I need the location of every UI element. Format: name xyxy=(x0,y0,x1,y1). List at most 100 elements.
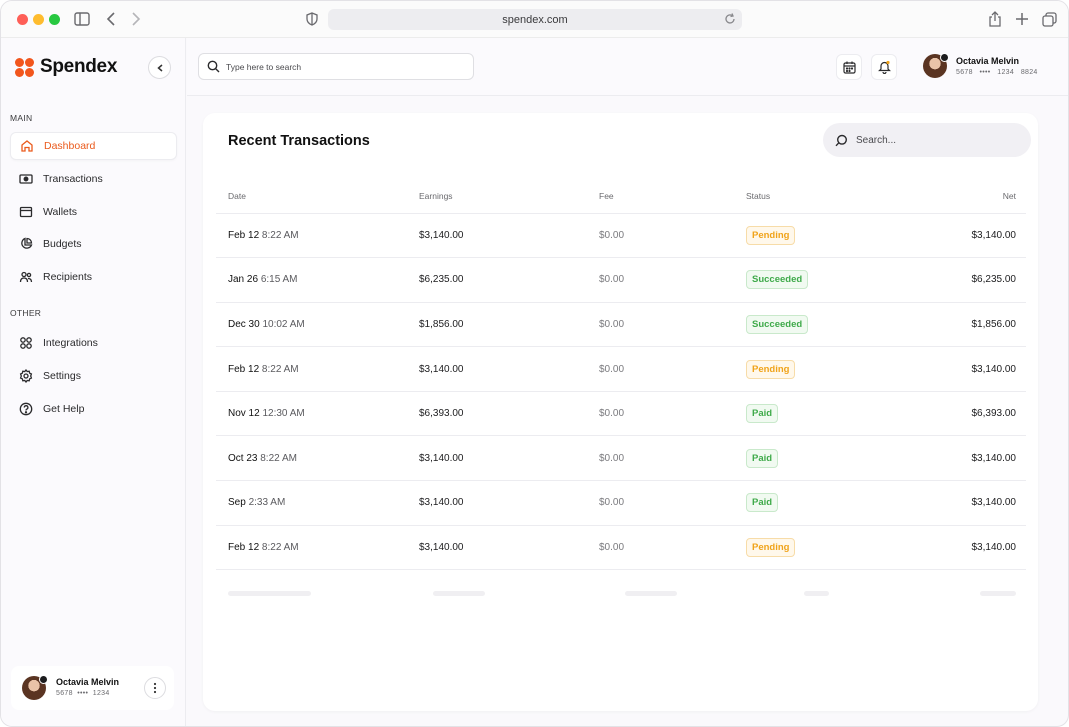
sidebar-item-dashboard[interactable]: Dashboard xyxy=(10,132,177,160)
date-cell: Feb 12 8:22 AM xyxy=(216,213,419,259)
sidebar-item-wallets[interactable]: Wallets xyxy=(10,198,177,226)
fee-cell: $0.00 xyxy=(599,213,746,259)
status-badge: Paid xyxy=(746,493,779,513)
date-cell: Sep 2:33 AM xyxy=(216,480,419,526)
spendex-logo-icon xyxy=(15,57,34,77)
table-row[interactable]: Oct 23 8:22 AM $3,140.00 $0.00 Paid $3,140.0… xyxy=(216,435,1026,482)
fee-cell: $0.00 xyxy=(599,525,746,571)
share-icon[interactable] xyxy=(986,10,1004,28)
bell-icon xyxy=(877,60,891,74)
sidebar-item-budgets[interactable]: Budgets xyxy=(10,230,177,258)
column-header-date[interactable]: Date xyxy=(216,179,419,214)
back-icon[interactable] xyxy=(102,10,120,28)
table-row[interactable]: Feb 12 8:22 AM $3,140.00 $0.00 Pending $3,14… xyxy=(216,213,1026,259)
shield-icon[interactable] xyxy=(303,10,321,28)
sidebar-item-transactions[interactable]: Transactions xyxy=(10,165,177,193)
status-badge: Pending xyxy=(746,359,796,379)
search-icon xyxy=(207,60,220,73)
fee-cell: $0.00 xyxy=(599,480,746,526)
maximize-window-button[interactable] xyxy=(49,14,60,25)
net-cell: $3,140.00 xyxy=(896,213,1026,259)
tab-overview-icon[interactable] xyxy=(1040,10,1058,28)
account-menu[interactable]: Octavia Melvin 5678 •••• 1234 8824 xyxy=(923,53,1038,78)
notifications-button[interactable] xyxy=(871,54,897,80)
verified-badge-icon xyxy=(940,53,949,62)
column-header-status[interactable]: Status xyxy=(746,179,896,214)
reload-icon[interactable] xyxy=(723,12,737,26)
table-row[interactable]: Dec 30 10:02 AM $1,856.00 $0.00 Succeeded $1… xyxy=(216,302,1026,348)
table-row[interactable]: Sep 2:33 AM $3,140.00 $0.00 Paid $3,140.00 xyxy=(216,480,1026,526)
user-name: Octavia Melvin xyxy=(956,56,1020,66)
status-cell: Paid xyxy=(746,435,896,482)
status-cell: Succeeded xyxy=(746,257,896,303)
minimize-window-button[interactable] xyxy=(33,14,44,25)
date-text: Feb 12 xyxy=(228,363,260,375)
new-tab-icon[interactable] xyxy=(1013,10,1031,28)
column-header-fee[interactable]: Fee xyxy=(599,179,746,214)
main-section-label: MAIN xyxy=(10,113,33,123)
status-cell: Pending xyxy=(746,213,896,259)
app-logo[interactable]: Spendex xyxy=(15,56,117,78)
sidebar-item-get-help[interactable]: Get Help xyxy=(10,395,177,423)
earnings-cell: $3,140.00 xyxy=(419,435,599,482)
more-options-button[interactable] xyxy=(144,677,166,699)
loading-placeholder xyxy=(980,591,1016,596)
date-cell: Feb 12 8:22 AM xyxy=(216,346,419,392)
column-header-net[interactable]: Net xyxy=(896,179,1026,214)
close-window-button[interactable] xyxy=(17,14,28,25)
sidebar-item-label: Integrations xyxy=(43,337,98,349)
net-cell: $1,856.00 xyxy=(896,302,1026,348)
column-header-earnings[interactable]: Earnings xyxy=(419,179,599,214)
table-row[interactable]: Feb 12 8:22 AM $3,140.00 $0.00 Pending $3,14… xyxy=(216,346,1026,392)
transactions-search-input[interactable]: Search... xyxy=(823,123,1031,157)
status-badge: Succeeded xyxy=(746,314,809,334)
sidebar-item-label: Wallets xyxy=(43,206,78,218)
earnings-cell: $3,140.00 xyxy=(419,346,599,392)
sidebar-user-card[interactable]: Octavia Melvin 5678 •••• 1234 xyxy=(11,666,174,710)
table-header-row: Date Earnings Fee Status Net xyxy=(216,179,1026,214)
fee-cell: $0.00 xyxy=(599,257,746,303)
earnings-cell: $3,140.00 xyxy=(419,525,599,571)
forward-icon[interactable] xyxy=(127,10,145,28)
earnings-cell: $3,140.00 xyxy=(419,480,599,526)
date-cell: Oct 23 8:22 AM xyxy=(216,435,419,482)
collapse-sidebar-button[interactable] xyxy=(148,56,171,79)
table-row[interactable]: Nov 12 12:30 AM $6,393.00 $0.00 Paid $6,393.… xyxy=(216,391,1026,437)
loading-placeholder xyxy=(625,591,677,596)
sidebar-item-label: Recipients xyxy=(43,271,93,283)
browser-window: spendex.com Spendex MAIN Dashboard Trans… xyxy=(0,0,1069,727)
table-row[interactable]: Feb 12 8:22 AM $3,140.00 $0.00 Pending $3,14… xyxy=(216,525,1026,571)
calendar-button[interactable] xyxy=(836,54,862,80)
sidebar-item-integrations[interactable]: Integrations xyxy=(10,329,177,357)
date-text: Feb 12 xyxy=(228,229,260,241)
sidebar-item-label: Get Help xyxy=(43,403,85,415)
url-text: spendex.com xyxy=(502,13,568,26)
sidebar: Spendex MAIN Dashboard Transactions Wall… xyxy=(1,38,186,726)
search-placeholder: Search... xyxy=(856,134,897,146)
fee-cell: $0.00 xyxy=(599,391,746,437)
status-badge: Paid xyxy=(746,404,779,424)
sidebar-toggle-icon[interactable] xyxy=(73,10,91,28)
address-bar[interactable]: spendex.com xyxy=(328,9,742,30)
table-row[interactable]: Jan 26 6:15 AM $6,235.00 $0.00 Succeeded $6,… xyxy=(216,257,1026,303)
net-cell: $3,140.00 xyxy=(896,480,1026,526)
date-text: Jan 26 xyxy=(228,274,259,286)
time-text: 8:22 AM xyxy=(260,452,297,464)
sidebar-item-settings[interactable]: Settings xyxy=(10,362,177,390)
time-text: 8:22 AM xyxy=(261,363,299,375)
time-text: 6:15 AM xyxy=(260,274,298,286)
sidebar-item-label: Settings xyxy=(43,370,81,382)
top-bar: Type here to search Octavia Melvin 5678 … xyxy=(187,38,1068,96)
loading-placeholder xyxy=(433,591,485,596)
app-name: Spendex xyxy=(40,56,118,77)
global-search-input[interactable]: Type here to search xyxy=(198,53,474,80)
help-icon xyxy=(19,402,33,416)
earnings-cell: $1,856.00 xyxy=(419,302,599,348)
sidebar-item-recipients[interactable]: Recipients xyxy=(10,263,177,291)
status-cell: Paid xyxy=(746,391,896,437)
date-cell: Dec 30 10:02 AM xyxy=(216,302,419,348)
time-text: 2:33 AM xyxy=(248,497,286,509)
time-text: 12:30 AM xyxy=(262,408,305,420)
net-cell: $6,235.00 xyxy=(896,257,1026,303)
status-badge: Pending xyxy=(746,537,796,557)
